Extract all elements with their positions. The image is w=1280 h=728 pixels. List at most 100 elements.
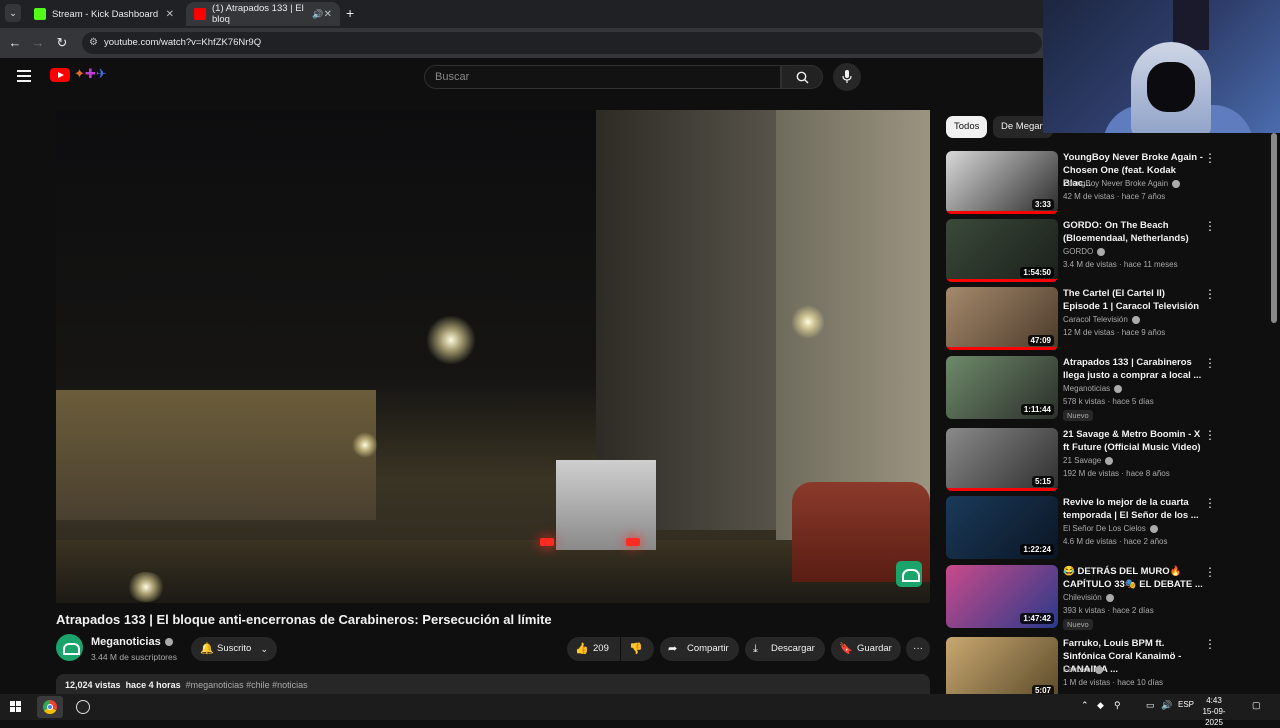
recommendation-title[interactable]: 😂 DETRÁS DEL MURO🔥 CAPÍTULO 33🎭 EL DEBAT…: [1063, 565, 1203, 591]
menu-icon[interactable]: [17, 70, 31, 82]
extension-icons[interactable]: ✦✚✈: [74, 66, 107, 82]
new-badge: Nuevo: [1063, 410, 1093, 421]
clock-time: 4:43: [1206, 696, 1222, 705]
recommendation-channel[interactable]: El Señor De Los Cielos: [1063, 524, 1158, 533]
video-thumbnail[interactable]: 5:15: [946, 428, 1058, 491]
new-tab-button[interactable]: +: [346, 5, 354, 21]
recommendation-title[interactable]: Atrapados 133 | Carabineros llega justo …: [1063, 356, 1203, 382]
more-options-icon[interactable]: ⋮: [1204, 152, 1216, 164]
more-options-icon[interactable]: ⋮: [1204, 566, 1216, 578]
video-thumbnail[interactable]: 1:47:42: [946, 565, 1058, 628]
recommendation-meta: 4.6 M de vistas · hace 2 años: [1063, 537, 1168, 546]
download-button[interactable]: ⤓ Descargar: [745, 637, 825, 661]
tab-youtube[interactable]: (1) Atrapados 133 | El bloq 🔊 ✕: [186, 2, 340, 26]
recommendation-channel-name: El Señor De Los Cielos: [1063, 524, 1146, 533]
recommendation-channel[interactable]: Caracol Televisión: [1063, 315, 1140, 324]
scrollbar[interactable]: [1271, 133, 1277, 323]
recommendation-title[interactable]: 21 Savage & Metro Boomin - X ft Future (…: [1063, 428, 1203, 454]
hashtags[interactable]: #meganoticias #chile #noticias: [186, 680, 308, 690]
channel-avatar[interactable]: [56, 634, 83, 661]
save-button[interactable]: 🔖 Guardar: [831, 637, 901, 661]
dislike-button[interactable]: 👎: [621, 637, 654, 661]
video-thumbnail[interactable]: 1:11:44: [946, 356, 1058, 419]
share-label: Compartir: [687, 643, 729, 654]
recommendation-title[interactable]: Revive lo mejor de la cuarta temporada |…: [1063, 496, 1203, 522]
close-tab-icon[interactable]: ✕: [324, 9, 332, 20]
video-thumbnail[interactable]: 3:33: [946, 151, 1058, 214]
more-options-icon[interactable]: ⋮: [1204, 638, 1216, 650]
search-input[interactable]: Buscar: [424, 65, 781, 89]
recommendation-item[interactable]: 3:33 YoungBoy Never Broke Again - Chosen …: [946, 151, 1246, 217]
site-info-icon[interactable]: ⚙: [89, 32, 98, 54]
recommendation-channel-name: Meganoticias: [1063, 384, 1111, 393]
youtube-logo-icon[interactable]: [50, 68, 70, 82]
tab-search-icon[interactable]: ⌄: [5, 4, 21, 22]
recommendation-channel[interactable]: Farruko: [1063, 665, 1103, 674]
video-thumbnail[interactable]: 1:22:24: [946, 496, 1058, 559]
chrome-taskbar-icon[interactable]: [37, 696, 63, 718]
recommendation-channel-name: Farruko: [1063, 665, 1091, 674]
video-thumbnail[interactable]: 1:54:50: [946, 219, 1058, 282]
streetlight: [126, 572, 166, 602]
tab-title: (1) Atrapados 133 | El bloq: [212, 3, 304, 25]
like-button[interactable]: 👍 209: [567, 637, 620, 661]
reload-icon[interactable]: ↻: [54, 35, 70, 51]
recommendation-channel[interactable]: 21 Savage: [1063, 456, 1114, 465]
recommendation-meta: 1 M de vistas · hace 10 días: [1063, 678, 1164, 687]
windows-start-icon[interactable]: [10, 701, 22, 713]
recommendation-channel[interactable]: Chilevisión: [1063, 593, 1114, 602]
language-indicator[interactable]: ESP: [1178, 700, 1194, 709]
recommendation-meta: 42 M de vistas · hace 7 años: [1063, 192, 1166, 201]
recommendation-meta: 578 k vistas · hace 5 días: [1063, 397, 1154, 406]
notifications-icon[interactable]: ▢: [1252, 700, 1261, 711]
recommendation-item[interactable]: 1:11:44 Atrapados 133 | Carabineros llega…: [946, 356, 1246, 422]
recommendation-item[interactable]: 1:47:42 😂 DETRÁS DEL MURO🔥 CAPÍTULO 33🎭 E…: [946, 565, 1246, 631]
verified-icon: [1094, 665, 1103, 674]
recommendation-item[interactable]: 5:15 21 Savage & Metro Boomin - X ft Futu…: [946, 428, 1246, 494]
recommendation-title[interactable]: GORDO: On The Beach (Bloemendaal, Nether…: [1063, 219, 1203, 245]
chevron-down-icon: ⌄: [260, 644, 268, 654]
tray-app-icon[interactable]: ◆: [1097, 700, 1104, 711]
windows-taskbar: ⌃ ◆ ⚲ ▭ 🔊 ESP 4:43 15-09-2025 ▢: [0, 694, 1280, 727]
watch-progress-bar: [946, 347, 1058, 350]
search-icon: [796, 71, 809, 84]
recommendation-item[interactable]: 47:09 The Cartel (El Cartel II) Episode 1…: [946, 287, 1246, 353]
more-options-icon[interactable]: ⋮: [1204, 429, 1216, 441]
recommendation-channel[interactable]: Meganoticias: [1063, 384, 1123, 393]
chip-todos[interactable]: Todos: [946, 116, 988, 138]
obs-taskbar-icon[interactable]: [70, 696, 96, 718]
more-actions-button[interactable]: ···: [906, 637, 930, 661]
forward-arrow-icon[interactable]: →: [30, 35, 46, 51]
mic-icon: [842, 70, 852, 83]
tray-mic-icon[interactable]: ⚲: [1114, 700, 1121, 711]
channel-name[interactable]: Meganoticias: [91, 636, 173, 648]
tray-volume-icon[interactable]: 🔊: [1161, 700, 1172, 711]
audio-playing-icon[interactable]: 🔊: [312, 9, 323, 20]
recommendation-channel[interactable]: GORDO: [1063, 247, 1106, 256]
recommendation-item[interactable]: 1:22:24 Revive lo mejor de la cuarta temp…: [946, 496, 1246, 562]
recommendation-title[interactable]: The Cartel (El Cartel II) Episode 1 | Ca…: [1063, 287, 1203, 313]
more-options-icon[interactable]: ⋮: [1204, 357, 1216, 369]
recommendation-channel[interactable]: YoungBoy Never Broke Again: [1063, 179, 1181, 188]
subscriber-count: 3.44 M de suscriptores: [91, 652, 177, 662]
more-options-icon[interactable]: ⋮: [1204, 220, 1216, 232]
more-options-icon[interactable]: ⋮: [1204, 497, 1216, 509]
watch-progress-bar: [946, 211, 1058, 214]
share-button[interactable]: ➦ Compartir: [660, 637, 739, 661]
video-thumbnail[interactable]: 5:07: [946, 637, 1058, 700]
video-player[interactable]: [56, 110, 930, 603]
tray-chevron-icon[interactable]: ⌃: [1081, 700, 1089, 711]
close-tab-icon[interactable]: ✕: [166, 9, 174, 20]
verified-icon: [164, 638, 173, 647]
recommendation-item[interactable]: 1:54:50 GORDO: On The Beach (Bloemendaal,…: [946, 219, 1246, 285]
more-options-icon[interactable]: ⋮: [1204, 288, 1216, 300]
voice-search-button[interactable]: [833, 63, 861, 91]
tray-network-icon[interactable]: ▭: [1146, 700, 1155, 711]
taskbar-clock[interactable]: 4:43 15-09-2025: [1196, 695, 1232, 728]
tab-kick-dashboard[interactable]: Stream - Kick Dashboard ✕: [26, 2, 182, 26]
back-arrow-icon[interactable]: ←: [7, 35, 23, 51]
subscribe-button[interactable]: 🔔 Suscrito ⌄: [191, 637, 277, 661]
search-button[interactable]: [781, 65, 823, 89]
url-field[interactable]: ⚙ youtube.com/watch?v=KhfZK76Nr9Q: [82, 32, 1042, 54]
video-thumbnail[interactable]: 47:09: [946, 287, 1058, 350]
